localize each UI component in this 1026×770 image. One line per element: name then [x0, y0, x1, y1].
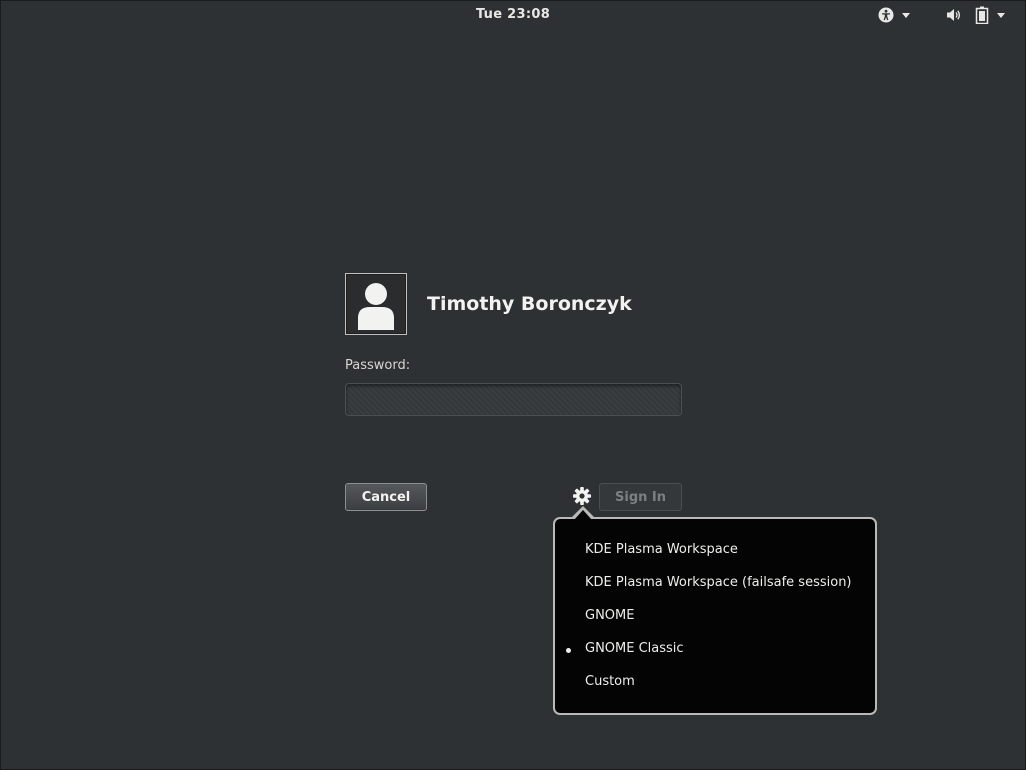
session-menu-pointer-fill [574, 510, 592, 520]
cancel-button[interactable]: Cancel [345, 483, 427, 511]
session-item-gnome[interactable]: GNOME [585, 608, 634, 623]
session-item-kde-failsafe[interactable]: KDE Plasma Workspace (failsafe session) [585, 575, 852, 590]
accessibility-icon [878, 7, 894, 23]
clock[interactable]: Tue 23:08 [1, 7, 1025, 22]
session-item-label: GNOME [585, 608, 635, 623]
volume-icon [947, 9, 961, 21]
password-input[interactable] [345, 383, 682, 416]
session-menu: KDE Plasma Workspace KDE Plasma Workspac… [553, 517, 877, 715]
selected-indicator-icon [566, 648, 571, 653]
session-item-label: KDE Plasma Workspace (failsafe session) [585, 575, 852, 590]
avatar [345, 273, 407, 335]
session-item-kde[interactable]: KDE Plasma Workspace [585, 542, 738, 557]
accessibility-menu[interactable] [878, 6, 910, 24]
user-avatar-icon [358, 283, 394, 330]
session-item-gnome-classic[interactable]: GNOME Classic [585, 641, 684, 656]
session-item-custom[interactable]: Custom [585, 674, 635, 689]
password-label: Password: [345, 358, 411, 373]
chevron-down-icon [997, 12, 1005, 18]
session-item-label: KDE Plasma Workspace [585, 542, 738, 557]
session-item-label: Custom [585, 674, 635, 689]
session-item-label: GNOME Classic [585, 641, 684, 656]
top-bar: Tue 23:08 [1, 1, 1025, 29]
chevron-down-icon [902, 12, 910, 18]
user-name: Timothy Boronczyk [427, 293, 632, 315]
battery-icon [975, 6, 989, 24]
gear-icon[interactable] [572, 486, 592, 506]
system-menu[interactable] [945, 6, 1005, 24]
sign-in-button[interactable]: Sign In [599, 483, 682, 511]
